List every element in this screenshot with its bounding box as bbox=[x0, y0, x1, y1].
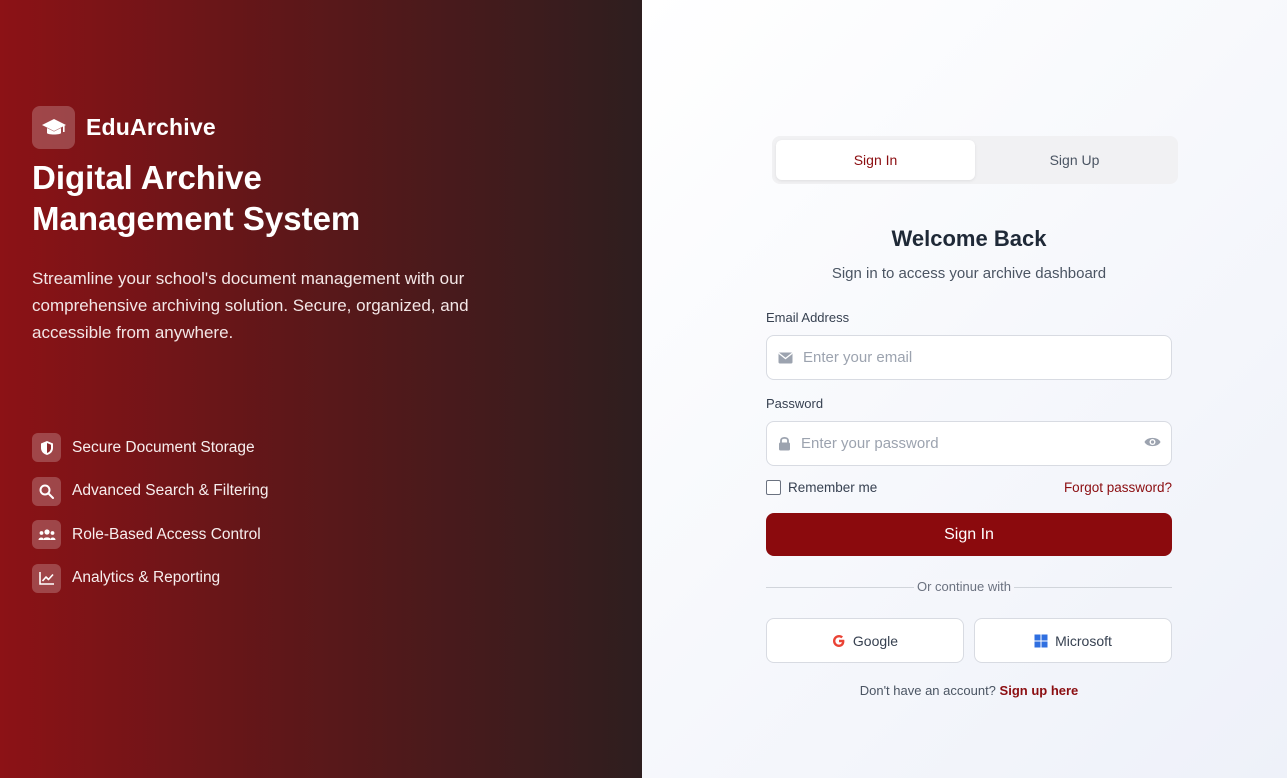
google-label: Google bbox=[852, 632, 899, 649]
hero-panel: EduArchive Digital Archive Management Sy… bbox=[0, 0, 642, 778]
graduation-cap-icon bbox=[32, 106, 75, 149]
google-icon bbox=[832, 634, 846, 648]
sign-in-button[interactable]: Sign In bbox=[766, 513, 1172, 556]
microsoft-button[interactable]: Microsoft bbox=[974, 618, 1172, 663]
hero-headline: Digital Archive Management System bbox=[32, 159, 361, 237]
remember-me[interactable]: Remember me bbox=[766, 480, 877, 495]
feature-list: Secure Document Storage Advanced Search … bbox=[32, 433, 268, 607]
feature-item: Advanced Search & Filtering bbox=[32, 476, 269, 506]
hero-description: Streamline your school's document manage… bbox=[32, 269, 469, 342]
divider-text: Or continue with bbox=[914, 579, 1014, 594]
email-label: Email Address bbox=[766, 310, 850, 325]
remember-label: Remember me bbox=[788, 480, 878, 495]
google-button[interactable]: Google bbox=[766, 618, 964, 663]
password-input[interactable] bbox=[801, 435, 1171, 452]
feature-label: Secure Document Storage bbox=[72, 438, 255, 456]
tab-sign-in[interactable]: Sign In bbox=[776, 140, 975, 180]
microsoft-icon bbox=[1034, 634, 1048, 648]
email-input[interactable] bbox=[803, 349, 1171, 366]
form-subtitle: Sign in to access your archive dashboard bbox=[831, 265, 1107, 282]
users-icon bbox=[32, 520, 61, 549]
microsoft-label: Microsoft bbox=[1055, 632, 1112, 649]
feature-label: Analytics & Reporting bbox=[72, 569, 221, 586]
feature-item: Role-Based Access Control bbox=[32, 520, 268, 549]
eye-icon[interactable] bbox=[1144, 435, 1161, 453]
feature-label: Role-Based Access Control bbox=[72, 525, 261, 543]
signup-prompt-text: Don't have an account? bbox=[859, 683, 996, 698]
sign-up-link[interactable]: Sign up here bbox=[1000, 683, 1079, 698]
feature-item: Secure Document Storage bbox=[32, 433, 268, 462]
remember-checkbox[interactable] bbox=[766, 480, 781, 495]
shield-icon bbox=[32, 433, 61, 462]
form-title: Welcome Back bbox=[891, 226, 1047, 251]
feature-item: Analytics & Reporting bbox=[32, 563, 268, 593]
feature-label: Advanced Search & Filtering bbox=[72, 482, 269, 499]
forgot-password-link[interactable]: Forgot password? bbox=[1064, 480, 1172, 495]
lock-icon bbox=[778, 436, 791, 451]
email-field-wrapper bbox=[766, 335, 1172, 380]
auth-panel: Sign In Sign Up Welcome Back Sign in to … bbox=[642, 0, 1287, 778]
password-label: Password bbox=[766, 396, 824, 411]
search-icon bbox=[32, 476, 61, 506]
tab-sign-up[interactable]: Sign Up bbox=[975, 140, 1174, 180]
brand: EduArchive bbox=[32, 106, 216, 149]
chart-line-icon bbox=[32, 563, 61, 593]
auth-tabs: Sign In Sign Up bbox=[772, 136, 1178, 184]
envelope-icon bbox=[778, 352, 793, 364]
brand-name: EduArchive bbox=[86, 114, 216, 140]
signup-prompt: Don't have an account? Sign up here bbox=[766, 683, 1172, 698]
password-field-wrapper bbox=[766, 421, 1172, 466]
